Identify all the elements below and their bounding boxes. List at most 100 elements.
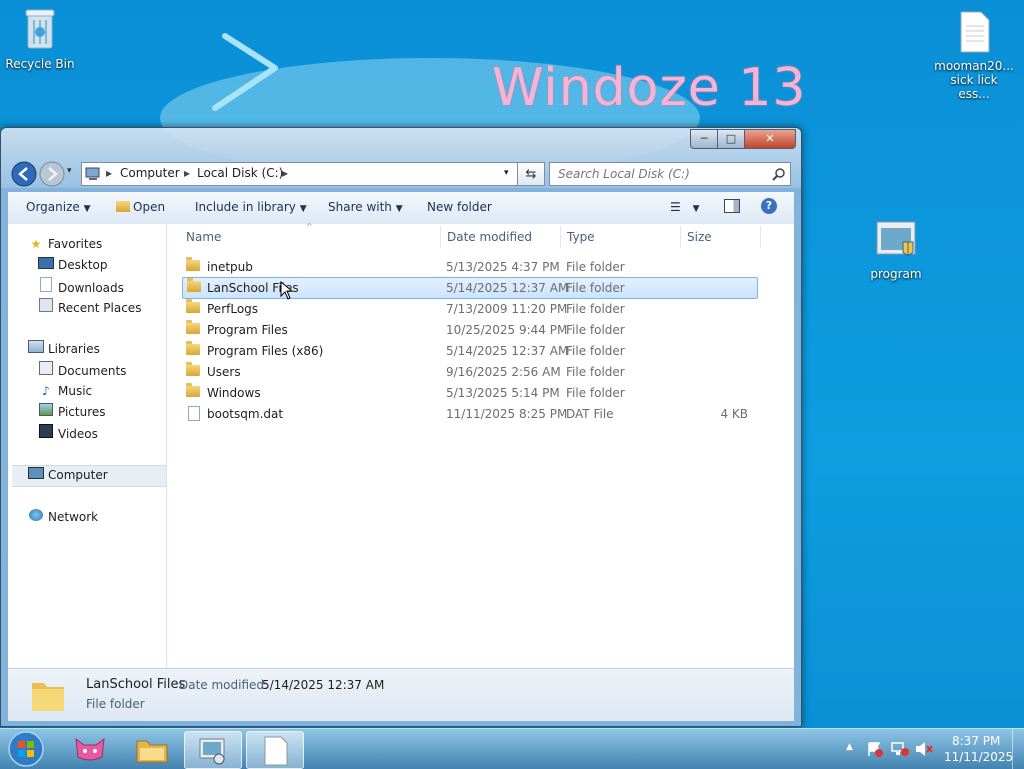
folder-icon <box>186 299 200 313</box>
column-header-date-modified[interactable]: Date modified <box>447 230 532 244</box>
text-file-icon <box>960 11 990 53</box>
chevron-down-icon: ▼ <box>692 204 700 214</box>
column-header-type[interactable]: Type <box>567 230 595 244</box>
recycle-bin-icon <box>25 9 55 49</box>
nav-network[interactable]: Network <box>28 508 98 526</box>
breadcrumb-separator: ▸ <box>184 166 191 180</box>
start-button[interactable] <box>6 729 46 769</box>
file-row-perflogs[interactable]: PerfLogs 7/13/2009 11:20 PM File folder <box>182 299 756 319</box>
address-bar[interactable]: ▸ Computer ▸ Local Disk (C:) ▸ ▾ <box>81 162 519 186</box>
file-row-inetpub[interactable]: inetpub 5/13/2025 4:37 PM File folder <box>182 257 756 277</box>
downloads-icon <box>38 277 54 297</box>
back-button[interactable] <box>11 161 37 187</box>
clock-time[interactable]: 8:37 PM <box>952 734 1000 748</box>
file-row-lanschool-files[interactable]: LanSchool Files 5/14/2025 12:37 AM File … <box>182 277 758 299</box>
computer-icon <box>28 466 44 484</box>
file-row-program-files[interactable]: Program Files 10/25/2025 9:44 PM File fo… <box>182 320 756 340</box>
recycle-bin-desktop-icon[interactable]: Recycle Bin <box>0 6 80 71</box>
nav-item-recent-places[interactable]: Recent Places <box>38 298 141 316</box>
close-button[interactable]: ✕ <box>744 129 796 149</box>
star-icon: ★ <box>30 237 42 251</box>
breadcrumb-local-disk[interactable]: Local Disk (C:) <box>197 166 283 180</box>
file-row-bootsqm-dat[interactable]: bootsqm.dat 11/11/2025 8:25 PM DAT File … <box>182 404 756 424</box>
include-in-library-button[interactable]: Include in library ▼ <box>195 200 307 214</box>
volume-muted-icon[interactable] <box>914 741 934 757</box>
clock-date[interactable]: 11/11/2025 <box>944 750 1013 764</box>
taskbar-cat-app[interactable] <box>62 731 118 767</box>
organize-button[interactable]: Organize ▼ <box>26 200 91 214</box>
open-button[interactable]: Open <box>116 200 165 214</box>
sort-ascending-icon: ^ <box>306 222 313 231</box>
nav-item-desktop[interactable]: Desktop <box>38 256 108 274</box>
refresh-icon: ⇆ <box>525 167 537 182</box>
column-header-size[interactable]: Size <box>687 230 712 244</box>
pink-cat-icon <box>75 737 105 761</box>
preview-pane-button[interactable] <box>724 199 740 216</box>
help-button[interactable]: ? <box>761 198 777 214</box>
computer-icon <box>85 167 100 180</box>
file-list: Name ^ Date modified Type Size inetpub 5… <box>168 222 794 668</box>
text-file-icon <box>264 736 288 766</box>
details-date: 5/14/2025 12:37 AM <box>262 678 385 692</box>
details-name: LanSchool Files <box>86 677 186 692</box>
file-row-windows[interactable]: Windows 5/13/2025 5:14 PM File folder <box>182 383 756 403</box>
libraries-icon <box>28 340 44 358</box>
taskbar-notepad[interactable] <box>246 731 304 769</box>
details-pane: LanSchool Files Date modified: 5/14/2025… <box>8 668 794 721</box>
taskbar: ▲ 8:37 PM 11/11/2025 <box>0 728 1024 769</box>
new-folder-button[interactable]: New folder <box>427 200 492 214</box>
taskbar-program[interactable] <box>184 731 242 769</box>
nav-item-documents[interactable]: Documents <box>38 361 126 379</box>
nav-item-downloads[interactable]: Downloads <box>38 277 124 295</box>
folder-icon <box>186 383 200 397</box>
recent-pages-chevron-icon[interactable]: ▾ <box>67 166 72 176</box>
column-header-name[interactable]: Name <box>186 230 221 244</box>
wallpaper-arrow <box>212 33 278 111</box>
search-input[interactable] <box>556 166 760 182</box>
address-dropdown-icon[interactable]: ▾ <box>504 168 509 178</box>
search-box[interactable] <box>549 162 791 186</box>
folder-icon <box>186 341 200 355</box>
maximize-button[interactable]: □ <box>717 129 745 149</box>
chevron-down-icon: ▼ <box>83 204 91 214</box>
explorer-content: ★ Favorites Desktop Downloads Recent Plac… <box>8 222 794 668</box>
file-row-program-files-x86[interactable]: Program Files (x86) 5/14/2025 12:37 AM F… <box>182 341 756 361</box>
breadcrumb-computer[interactable]: Computer <box>120 166 180 180</box>
show-hidden-icons-button[interactable]: ▲ <box>846 742 853 752</box>
pictures-icon <box>38 403 54 421</box>
preview-pane-icon <box>724 199 740 213</box>
nav-item-pictures[interactable]: Pictures <box>38 403 106 421</box>
nav-item-videos[interactable]: Videos <box>38 424 98 442</box>
details-date-label: Date modified: <box>179 678 269 692</box>
desktop-icon <box>38 256 54 274</box>
nav-item-music[interactable]: ♪ Music <box>38 382 92 400</box>
action-center-flag-icon[interactable] <box>866 741 884 757</box>
nav-computer[interactable]: Computer <box>28 466 108 484</box>
views-button[interactable]: ☰ ▼ <box>670 200 700 214</box>
program-desktop-icon[interactable]: program <box>856 220 936 281</box>
videos-icon <box>38 424 54 443</box>
refresh-button[interactable]: ⇆ <box>517 162 545 186</box>
folder-icon <box>136 740 168 763</box>
text-file-desktop-icon[interactable]: mooman20... sick lick ess... <box>934 10 1014 101</box>
details-type: File folder <box>86 697 145 711</box>
file-row-users[interactable]: Users 9/16/2025 2:56 AM File folder <box>182 362 756 382</box>
taskbar-explorer[interactable] <box>123 731 179 767</box>
nav-libraries[interactable]: Libraries <box>28 340 100 358</box>
program-shield-icon <box>876 221 916 256</box>
documents-icon <box>38 361 54 380</box>
breadcrumb-separator: ▸ <box>106 166 113 180</box>
recent-places-icon <box>38 298 54 317</box>
network-disconnected-icon[interactable] <box>890 741 910 757</box>
show-desktop-button[interactable] <box>1012 729 1024 769</box>
network-icon <box>28 508 44 526</box>
command-bar: Organize ▼ Open Include in library ▼ Sha… <box>8 192 794 225</box>
mouse-cursor-icon <box>280 281 294 300</box>
forward-button[interactable] <box>39 161 65 187</box>
chevron-down-icon: ▼ <box>299 204 307 214</box>
share-with-button[interactable]: Share with ▼ <box>328 200 403 214</box>
minimize-button[interactable]: ─ <box>690 129 718 149</box>
help-icon: ? <box>761 198 777 214</box>
nav-favorites[interactable]: ★ Favorites <box>28 235 103 253</box>
program-icon <box>199 738 225 765</box>
